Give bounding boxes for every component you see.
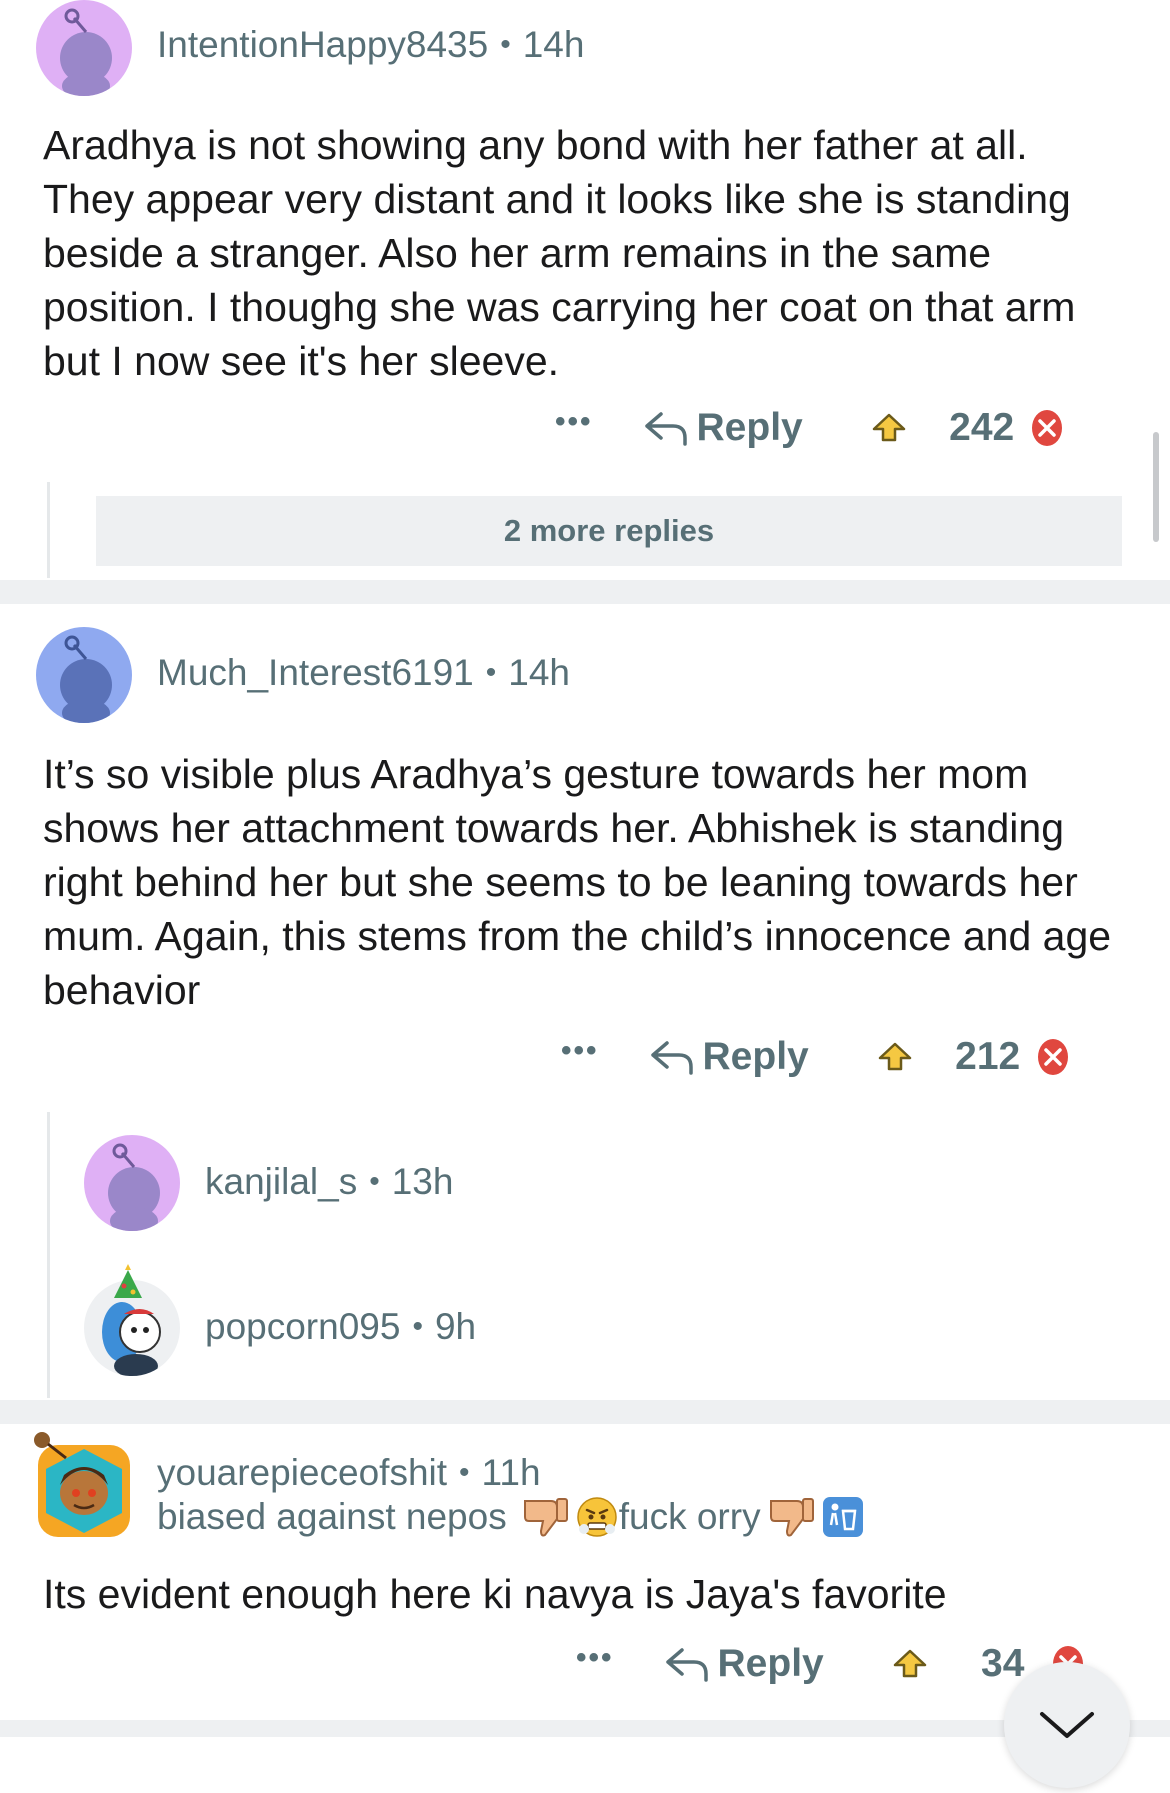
timestamp: 14h	[508, 652, 571, 693]
comment-divider	[0, 580, 1170, 604]
angry-face-icon	[576, 1497, 617, 1537]
tree-hat-icon	[114, 1264, 142, 1298]
thumbs-down-icon	[769, 1498, 814, 1537]
upvote-button[interactable]	[877, 1041, 913, 1073]
comment-actions: ••• Reply 212	[561, 1027, 1071, 1087]
timestamp: 13h	[391, 1161, 454, 1202]
downvote-x-icon	[1037, 1039, 1068, 1075]
username[interactable]: IntentionHappy8435	[157, 24, 488, 65]
avatar[interactable]	[84, 1135, 180, 1231]
reply-arrow-icon	[665, 1648, 708, 1682]
username[interactable]: youarepieceofshit	[157, 1452, 447, 1493]
comment-divider	[0, 1400, 1170, 1424]
reply-arrow-icon	[650, 1041, 693, 1075]
collapse-button[interactable]	[1004, 1662, 1130, 1788]
reply-button[interactable]: Reply	[643, 406, 803, 450]
scrollbar[interactable]	[1153, 432, 1159, 542]
reply-meta: kanjilal_s • 13h	[205, 1161, 454, 1202]
comment-meta: Much_Interest6191 • 14h	[157, 652, 571, 693]
comment-actions: ••• Reply 242	[555, 398, 1065, 458]
snoo-avatar-icon	[60, 8, 112, 96]
upvote-award-icon	[878, 1042, 911, 1071]
timestamp: 14h	[522, 24, 585, 65]
snoo-avatar-icon	[108, 1143, 160, 1231]
antenna-icon	[34, 1432, 67, 1460]
reply-label: Reply	[717, 1642, 824, 1685]
upvote-award-icon	[893, 1649, 926, 1678]
chevron-down-icon	[1040, 1712, 1094, 1738]
thumbs-down-icon	[523, 1498, 568, 1537]
comment-meta: IntentionHappy8435 • 14h	[157, 24, 585, 65]
more-options-button[interactable]: •••	[555, 405, 593, 439]
vote-score: 212	[955, 1035, 1021, 1078]
more-options-button[interactable]: •••	[576, 1641, 614, 1675]
comment-meta: youarepieceofshit • 11h	[157, 1452, 541, 1493]
reply-button[interactable]: Reply	[664, 1642, 824, 1686]
comment-body: Its evident enough here ki navya is Jaya…	[43, 1571, 947, 1617]
snoo-avatar-icon	[60, 635, 112, 723]
thread-line	[47, 1112, 50, 1398]
avatar[interactable]	[36, 627, 132, 723]
reply-label: Reply	[702, 1035, 809, 1078]
username[interactable]: kanjilal_s	[205, 1161, 357, 1202]
reply-arrow-icon	[644, 412, 687, 446]
flair-text: biased against nepos	[157, 1496, 507, 1537]
comment-body: Aradhya is not showing any bond with her…	[43, 122, 1076, 384]
timestamp: 9h	[434, 1306, 477, 1347]
timestamp: 11h	[481, 1452, 541, 1493]
user-flair: biased against nepos fuck orry	[157, 1495, 865, 1539]
reply-label: Reply	[696, 406, 803, 449]
comment-divider	[0, 1720, 1170, 1737]
vote-score: 242	[949, 406, 1015, 449]
more-replies-button[interactable]: 2 more replies	[96, 496, 1122, 566]
flair-text: fuck orry	[618, 1496, 761, 1537]
comment-body: It’s so visible plus Aradhya’s gesture t…	[43, 751, 1112, 1013]
trash-icon	[822, 1497, 863, 1537]
upvote-award-icon	[872, 413, 905, 442]
avatar[interactable]	[36, 0, 132, 96]
reply-button[interactable]: Reply	[649, 1035, 809, 1079]
username[interactable]: popcorn095	[205, 1306, 400, 1347]
username[interactable]: Much_Interest6191	[157, 652, 474, 693]
reply-meta: popcorn095 • 9h	[205, 1306, 477, 1347]
downvote-button[interactable]	[1035, 1037, 1071, 1077]
downvote-button[interactable]	[1029, 408, 1065, 448]
upvote-button[interactable]	[871, 412, 907, 444]
thread-line	[47, 482, 50, 578]
more-options-button[interactable]: •••	[561, 1034, 599, 1068]
upvote-button[interactable]	[892, 1648, 928, 1680]
downvote-x-icon	[1031, 410, 1062, 446]
